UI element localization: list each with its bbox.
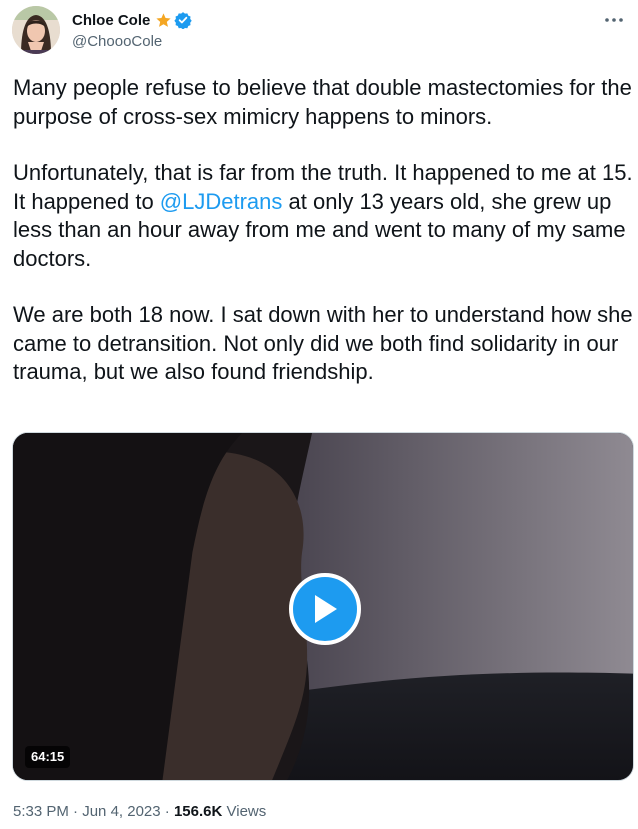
tweet: Chloe Cole @ChoooCole Many people refuse… (0, 0, 638, 829)
play-icon (315, 595, 337, 623)
tweet-paragraph: Unfortunately, that is far from the trut… (13, 159, 633, 273)
views-label: Views (226, 803, 267, 820)
avatar[interactable] (12, 6, 60, 54)
tweet-text-segment: Many people refuse to believe that doubl… (13, 75, 632, 129)
meta-separator: · (164, 803, 170, 820)
author-block: Chloe Cole @ChoooCole (72, 10, 193, 50)
author-handle[interactable]: @ChoooCole (72, 33, 192, 50)
tweet-time[interactable]: 5:33 PM (13, 803, 69, 820)
tweet-paragraph: Many people refuse to believe that doubl… (13, 74, 633, 131)
views-count: 156.6K (173, 803, 223, 820)
tweet-text: Many people refuse to believe that doubl… (13, 74, 633, 387)
tweet-paragraph: We are both 18 now. I sat down with her … (13, 301, 633, 387)
verified-badge-icon[interactable] (174, 11, 193, 30)
video-duration: 64:15 (25, 746, 71, 768)
tweet-text-segment: We are both 18 now. I sat down with her … (13, 302, 633, 384)
display-name[interactable]: Chloe Cole (72, 12, 150, 29)
star-badge-icon (155, 12, 172, 29)
avatar-image (12, 6, 60, 54)
tweet-date[interactable]: Jun 4, 2023 (82, 803, 160, 820)
mention-link[interactable]: @LJDetrans (160, 189, 283, 214)
play-button[interactable] (289, 573, 361, 645)
more-options-icon[interactable] (602, 10, 626, 30)
meta-separator: · (73, 803, 79, 820)
tweet-meta: 5:33 PM · Jun 4, 2023 · 156.6K Views (13, 803, 266, 820)
name-row: Chloe Cole (72, 10, 193, 30)
video-player[interactable]: 64:15 (12, 432, 634, 781)
